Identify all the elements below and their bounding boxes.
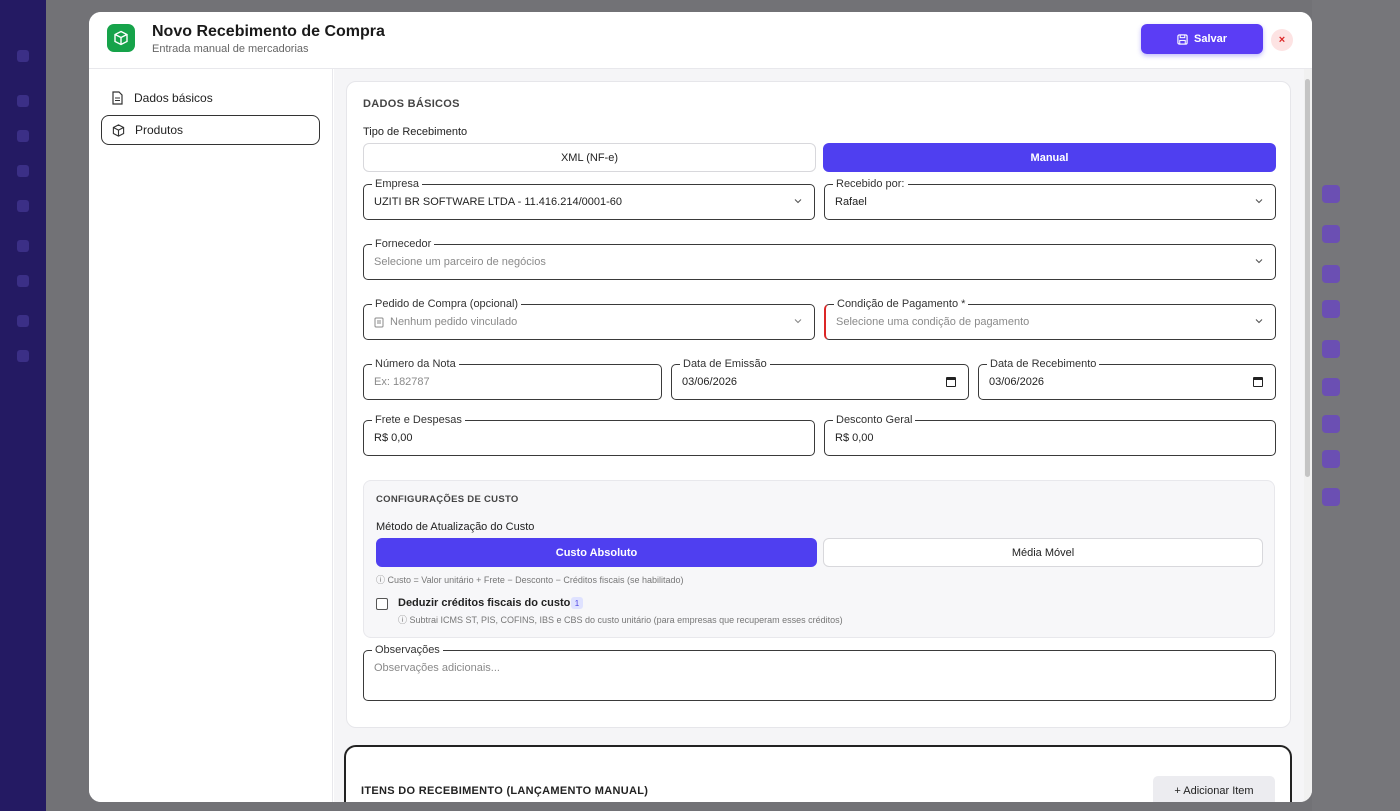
receipt-date-value: 03/06/2026 bbox=[989, 376, 1045, 388]
supplier-select[interactable]: Fornecedor Selecione um parceiro de negó… bbox=[363, 237, 1276, 280]
cost-config-panel: CONFIGURAÇÕES DE CUSTO Método de Atualiz… bbox=[363, 480, 1275, 638]
payment-condition-placeholder: Selecione uma condição de pagamento bbox=[836, 316, 1030, 328]
company-select[interactable]: Empresa UZITI BR SOFTWARE LTDA - 11.416.… bbox=[363, 177, 815, 220]
received-by-value: Rafael bbox=[835, 196, 867, 208]
calendar-icon[interactable] bbox=[1253, 377, 1263, 387]
background-page-right bbox=[1312, 0, 1400, 811]
sidebar-item-label: Produtos bbox=[135, 123, 184, 137]
receipt-date-label: Data de Recebimento bbox=[987, 357, 1100, 371]
receipt-modal: Novo Recebimento de Compra Entrada manua… bbox=[89, 12, 1312, 802]
save-icon bbox=[1177, 33, 1188, 45]
received-by-label: Recebido por: bbox=[833, 177, 908, 191]
deduct-credits-label[interactable]: Deduzir créditos fiscais do custo bbox=[398, 597, 570, 609]
invoice-number-input[interactable]: Número da Nota Ex: 182787 bbox=[363, 357, 662, 400]
invoice-number-label: Número da Nota bbox=[372, 357, 459, 371]
clipboard-icon bbox=[374, 317, 384, 328]
freight-value: R$ 0,00 bbox=[374, 432, 413, 444]
chevron-down-icon bbox=[794, 319, 802, 324]
chevron-down-icon bbox=[1255, 199, 1263, 204]
chevron-down-icon bbox=[794, 199, 802, 204]
form-content: DADOS BÁSICOS Tipo de Recebimento XML (N… bbox=[334, 69, 1304, 802]
cost-absolute-button[interactable]: Custo Absoluto bbox=[376, 538, 817, 567]
received-by-select[interactable]: Recebido por: Rafael bbox=[824, 177, 1276, 220]
receipt-type-label: Tipo de Recebimento bbox=[363, 126, 468, 138]
freight-label: Frete e Despesas bbox=[372, 413, 465, 427]
save-button-label: Salvar bbox=[1193, 33, 1228, 45]
supplier-label: Fornecedor bbox=[372, 237, 435, 251]
save-button[interactable]: Salvar bbox=[1141, 24, 1263, 54]
freight-input[interactable]: Frete e Despesas R$ 0,00 bbox=[363, 413, 815, 456]
supplier-placeholder: Selecione um parceiro de negócios bbox=[374, 256, 546, 268]
purchase-order-select[interactable]: Pedido de Compra (opcional) Nenhum pedid… bbox=[363, 297, 815, 340]
discount-value: R$ 0,00 bbox=[835, 432, 874, 444]
purchase-order-label: Pedido de Compra (opcional) bbox=[372, 297, 522, 311]
chevron-down-icon bbox=[1255, 319, 1263, 324]
close-button[interactable]: × bbox=[1271, 29, 1293, 51]
document-icon bbox=[112, 91, 123, 105]
cost-config-title: CONFIGURAÇÕES DE CUSTO bbox=[376, 494, 519, 505]
sidebar-item-dados-basicos[interactable]: Dados básicos bbox=[101, 83, 320, 113]
payment-condition-label: Condição de Pagamento * bbox=[834, 297, 969, 311]
discount-label: Desconto Geral bbox=[833, 413, 916, 427]
chevron-down-icon bbox=[1255, 259, 1263, 264]
issue-date-label: Data de Emissão bbox=[680, 357, 770, 371]
deduct-credits-checkbox[interactable] bbox=[376, 598, 388, 610]
deduct-credits-badge: 1 bbox=[571, 597, 583, 609]
notes-label: Observações bbox=[372, 643, 443, 657]
items-section-title: ITENS DO RECEBIMENTO (LANÇAMENTO MANUAL) bbox=[361, 785, 649, 797]
modal-header: Novo Recebimento de Compra Entrada manua… bbox=[89, 12, 1312, 69]
add-item-button[interactable]: + Adicionar Item bbox=[1153, 776, 1275, 802]
issue-date-input[interactable]: Data de Emissão 03/06/2026 bbox=[671, 357, 969, 400]
content-scrollbar[interactable] bbox=[1304, 69, 1312, 802]
package-icon bbox=[107, 24, 135, 52]
cost-formula-hint: ⓘ Custo = Valor unitário + Frete − Desco… bbox=[376, 575, 684, 585]
receipt-type-xml-button[interactable]: XML (NF-e) bbox=[363, 143, 816, 172]
issue-date-value: 03/06/2026 bbox=[682, 376, 738, 388]
basic-data-card: DADOS BÁSICOS Tipo de Recebimento XML (N… bbox=[346, 81, 1291, 728]
scrollbar-thumb[interactable] bbox=[1305, 79, 1310, 477]
payment-condition-select[interactable]: Condição de Pagamento * Selecione uma co… bbox=[824, 297, 1276, 340]
sidebar: Dados básicos Produtos bbox=[89, 69, 333, 802]
receipt-type-manual-button[interactable]: Manual bbox=[823, 143, 1276, 172]
receipt-date-input[interactable]: Data de Recebimento 03/06/2026 bbox=[978, 357, 1276, 400]
close-icon: × bbox=[1278, 34, 1286, 46]
background-app-rail bbox=[0, 0, 46, 811]
cost-moving-average-button[interactable]: Média Móvel bbox=[823, 538, 1263, 567]
notes-textarea[interactable]: Observações Observações adicionais... bbox=[363, 643, 1276, 701]
box-icon bbox=[112, 123, 125, 137]
modal-title: Novo Recebimento de Compra bbox=[152, 23, 385, 40]
purchase-order-placeholder: Nenhum pedido vinculado bbox=[390, 316, 518, 328]
company-value: UZITI BR SOFTWARE LTDA - 11.416.214/0001… bbox=[374, 196, 622, 208]
deduct-credits-hint: ⓘ Subtrai ICMS ST, PIS, COFINS, IBS e CB… bbox=[398, 615, 843, 625]
items-section: ITENS DO RECEBIMENTO (LANÇAMENTO MANUAL)… bbox=[344, 745, 1292, 802]
company-label: Empresa bbox=[372, 177, 423, 191]
calendar-icon[interactable] bbox=[946, 377, 956, 387]
cost-method-label: Método de Atualização do Custo bbox=[376, 521, 535, 533]
section-title: DADOS BÁSICOS bbox=[363, 98, 460, 110]
invoice-number-placeholder: Ex: 182787 bbox=[374, 376, 430, 388]
sidebar-item-produtos[interactable]: Produtos bbox=[101, 115, 320, 145]
modal-subtitle: Entrada manual de mercadorias bbox=[152, 43, 309, 55]
discount-input[interactable]: Desconto Geral R$ 0,00 bbox=[824, 413, 1276, 456]
sidebar-item-label: Dados básicos bbox=[134, 91, 213, 105]
notes-placeholder: Observações adicionais... bbox=[374, 662, 500, 674]
